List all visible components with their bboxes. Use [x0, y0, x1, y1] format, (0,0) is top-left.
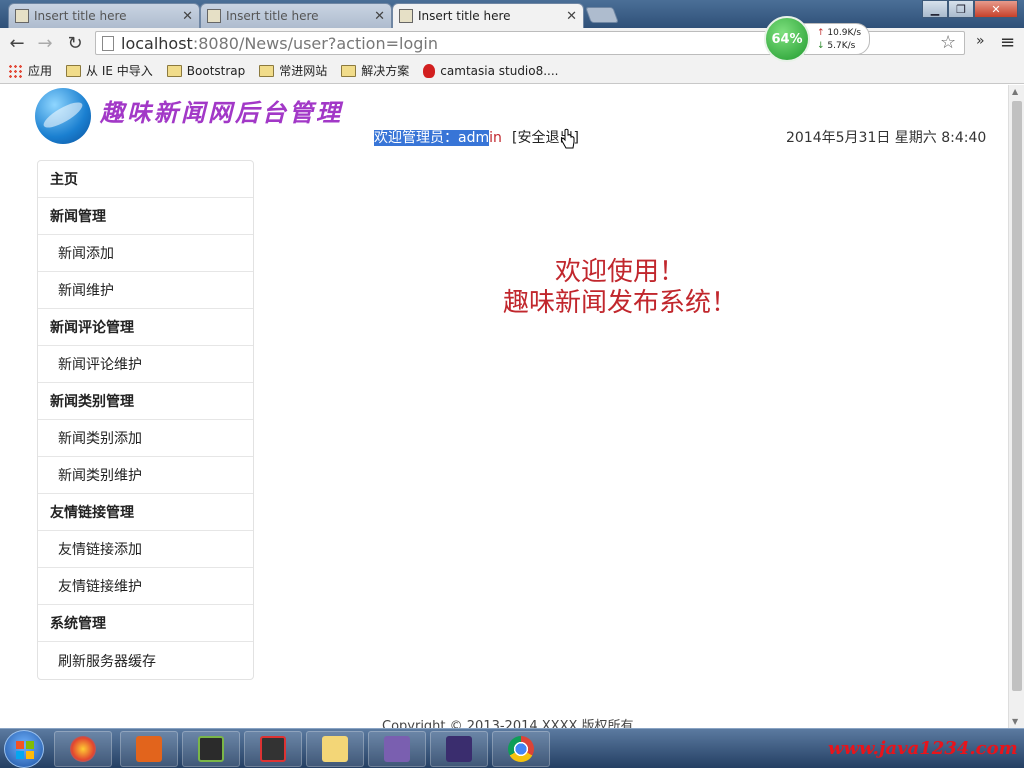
- tab-title: Insert title here: [418, 9, 511, 23]
- chrome-icon: [508, 736, 534, 762]
- reload-icon[interactable]: ↻: [64, 32, 86, 54]
- folder-icon: [322, 736, 348, 762]
- close-tab-icon[interactable]: ✕: [182, 9, 193, 24]
- main-welcome-message: 欢迎使用！ 趣味新闻发布系统！: [420, 257, 820, 319]
- folder-icon: [341, 64, 357, 77]
- page-favicon-icon: [399, 9, 413, 23]
- start-button[interactable]: [4, 730, 44, 768]
- windows-taskbar: www.java1234.com: [0, 728, 1024, 768]
- close-window-icon[interactable]: ✕: [974, 0, 1018, 18]
- app-icon: [446, 736, 472, 762]
- bookmark-solutions[interactable]: 解决方案: [341, 62, 409, 79]
- page-footer: Copyright © 2013-2014 XXXX 版权所有: [382, 719, 634, 728]
- speed-percent: 64%: [764, 16, 810, 62]
- bookmark-star-icon[interactable]: ☆: [940, 32, 956, 53]
- network-speed-widget[interactable]: ↑ 10.9K/s ↓ 5.7K/s 64%: [764, 16, 870, 62]
- welcome-line-2: 趣味新闻发布系统！: [502, 288, 737, 318]
- forward-icon[interactable]: →: [34, 32, 56, 54]
- folder-icon: [259, 64, 275, 77]
- maximize-icon[interactable]: ❐: [948, 0, 974, 18]
- more-extensions-icon[interactable]: »: [976, 33, 985, 49]
- bookmarks-bar: 应用 从 IE 中导入 Bootstrap 常进网站 解决方案 camtasia…: [0, 58, 1024, 84]
- sidebar-item-category-add[interactable]: 新闻类别添加: [38, 420, 253, 457]
- page-icon: [102, 35, 114, 51]
- sidebar-group-categories[interactable]: 新闻类别管理: [38, 383, 253, 420]
- minimize-icon[interactable]: ▁: [922, 0, 948, 18]
- app-icon: [70, 736, 96, 762]
- taskbar-app-5[interactable]: [306, 731, 364, 767]
- bookmark-bootstrap[interactable]: Bootstrap: [166, 64, 245, 78]
- taskbar-app-7[interactable]: [430, 731, 488, 767]
- hand-cursor-icon: [561, 128, 575, 149]
- sidebar-group-news[interactable]: 新闻管理: [38, 198, 253, 235]
- taskbar-app-2[interactable]: [120, 731, 178, 767]
- bookmark-camtasia[interactable]: camtasia studio8....: [423, 63, 559, 78]
- bookmark-apps[interactable]: 应用: [8, 62, 52, 79]
- browser-tab-2[interactable]: Insert title here ✕: [200, 3, 392, 28]
- download-speed: ↓ 5.7K/s: [817, 41, 856, 51]
- window-controls: ▁ ❐ ✕: [922, 0, 1018, 18]
- tab-title: Insert title here: [34, 9, 127, 23]
- page-favicon-icon: [207, 9, 221, 23]
- bookmark-import-ie[interactable]: 从 IE 中导入: [66, 62, 153, 79]
- bookmark-sites[interactable]: 常进网站: [259, 62, 327, 79]
- page-favicon-icon: [15, 9, 29, 23]
- sidebar-menu: 主页 新闻管理 新闻添加 新闻维护 新闻评论管理 新闻评论维护 新闻类别管理 新…: [37, 160, 254, 680]
- sidebar-item-category-maintain[interactable]: 新闻类别维护: [38, 457, 253, 494]
- sidebar-group-system[interactable]: 系统管理: [38, 605, 253, 642]
- sidebar-item-link-maintain[interactable]: 友情链接维护: [38, 568, 253, 605]
- menu-icon[interactable]: ≡: [1000, 32, 1015, 53]
- sidebar-item-refresh-cache[interactable]: 刷新服务器缓存: [38, 642, 253, 679]
- scroll-up-icon[interactable]: ▲: [1012, 87, 1018, 96]
- scroll-down-icon[interactable]: ▼: [1012, 717, 1018, 726]
- browser-tab-strip: Insert title here ✕ Insert title here ✕ …: [0, 0, 1024, 28]
- new-tab-button[interactable]: [585, 7, 619, 23]
- app-icon: [384, 736, 410, 762]
- url-text: localhost:8080/News/user?action=login: [121, 33, 438, 53]
- tab-title: Insert title here: [226, 9, 319, 23]
- sidebar-item-news-maintain[interactable]: 新闻维护: [38, 272, 253, 309]
- taskbar-app-6[interactable]: [368, 731, 426, 767]
- welcome-admin-text: 欢迎管理员：admin: [374, 130, 502, 146]
- browser-tab-1[interactable]: Insert title here ✕: [8, 3, 200, 28]
- camtasia-icon: [423, 63, 436, 78]
- browser-toolbar: ← → ↻ localhost:8080/News/user?action=lo…: [0, 28, 1024, 58]
- upload-speed: ↑ 10.9K/s: [817, 28, 862, 38]
- app-icon: [198, 736, 224, 762]
- site-title: 趣味新闻网后台管理: [100, 98, 343, 127]
- app-icon: [260, 736, 286, 762]
- sidebar-item-comments-maintain[interactable]: 新闻评论维护: [38, 346, 253, 383]
- folder-icon: [166, 64, 182, 77]
- site-logo: [35, 88, 91, 144]
- welcome-line-1: 欢迎使用！: [554, 257, 685, 287]
- taskbar-app-chrome[interactable]: [492, 731, 550, 767]
- current-datetime: 2014年5月31日 星期六 8:4:40: [786, 130, 987, 146]
- sidebar-item-home[interactable]: 主页: [38, 161, 253, 198]
- close-tab-icon[interactable]: ✕: [566, 9, 577, 24]
- sidebar-item-news-add[interactable]: 新闻添加: [38, 235, 253, 272]
- scroll-thumb[interactable]: [1012, 101, 1022, 691]
- taskbar-app-4[interactable]: [244, 731, 302, 767]
- page-scrollbar[interactable]: ▲ ▼: [1008, 85, 1024, 728]
- speed-readout: ↑ 10.9K/s ↓ 5.7K/s: [804, 23, 870, 55]
- sidebar-item-link-add[interactable]: 友情链接添加: [38, 531, 253, 568]
- close-tab-icon[interactable]: ✕: [374, 9, 385, 24]
- taskbar-app-3[interactable]: [182, 731, 240, 767]
- sidebar-group-comments[interactable]: 新闻评论管理: [38, 309, 253, 346]
- app-icon: [136, 736, 162, 762]
- apps-icon: [8, 63, 22, 78]
- page-content: 趣味新闻网后台管理 欢迎管理员：admin [安全退出] 2014年5月31日 …: [0, 85, 1008, 728]
- taskbar-app-1[interactable]: [54, 731, 112, 767]
- browser-tab-3[interactable]: Insert title here ✕: [392, 3, 584, 28]
- folder-icon: [66, 64, 82, 77]
- back-icon[interactable]: ←: [6, 32, 28, 54]
- watermark: www.java1234.com: [828, 738, 1018, 759]
- sidebar-group-links[interactable]: 友情链接管理: [38, 494, 253, 531]
